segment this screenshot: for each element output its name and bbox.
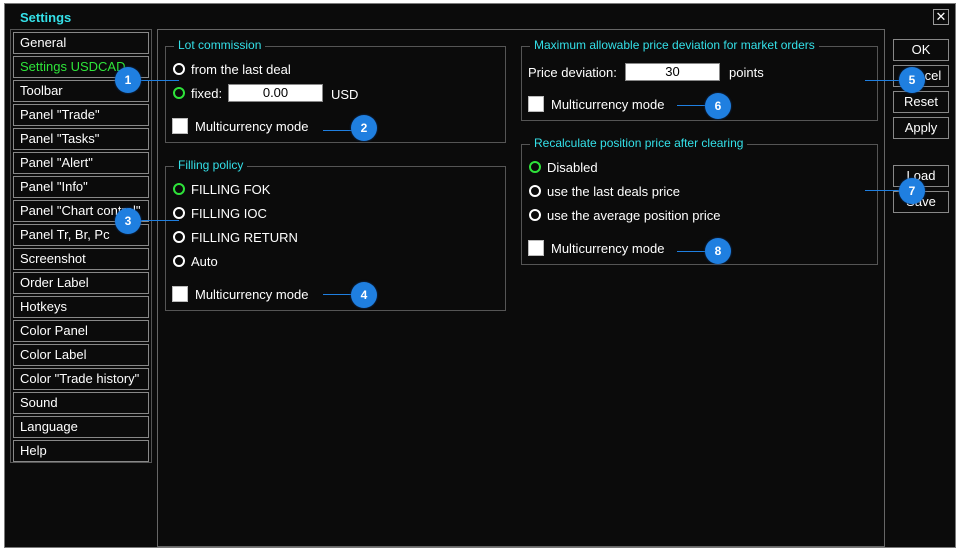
checkbox-label: Multicurrency mode: [551, 97, 665, 112]
callout-line-3: [141, 220, 179, 221]
radio-icon: [173, 255, 185, 267]
price-deviation-label: Price deviation:: [528, 65, 617, 80]
sidebar-item-language[interactable]: Language: [13, 416, 149, 438]
fixed-commission-input[interactable]: 0.00: [228, 84, 323, 102]
checkbox-label: Multicurrency mode: [195, 119, 309, 134]
sidebar-item-general[interactable]: General: [13, 32, 149, 54]
filling-multicurrency-checkbox[interactable]: Multicurrency mode: [172, 286, 308, 302]
callout-badge-3: 3: [115, 208, 141, 234]
close-icon[interactable]: ✕: [933, 9, 949, 25]
sidebar-item-order-label[interactable]: Order Label: [13, 272, 149, 294]
radio-selected-icon: [173, 87, 185, 99]
callout-badge-6: 6: [705, 93, 731, 119]
radio-label: Disabled: [547, 160, 598, 175]
radio-average-position-price[interactable]: use the average position price: [529, 208, 720, 223]
window-title: Settings: [20, 10, 72, 25]
radio-filling-ioc[interactable]: FILLING IOC: [173, 206, 267, 221]
radio-label: fixed:: [191, 86, 223, 101]
radio-filling-auto[interactable]: Auto: [173, 254, 218, 269]
radio-filling-return[interactable]: FILLING RETURN: [173, 230, 298, 245]
callout-line-5: [865, 80, 901, 81]
sidebar-item-color-panel[interactable]: Color Panel: [13, 320, 149, 342]
price-deviation-unit: points: [729, 65, 764, 80]
radio-icon: [173, 231, 185, 243]
radio-selected-icon: [173, 183, 185, 195]
lot-commission-title: Lot commission: [174, 38, 266, 52]
sidebar-item-sound[interactable]: Sound: [13, 392, 149, 414]
checkbox-icon: [172, 286, 188, 302]
radio-label: use the last deals price: [547, 184, 680, 199]
sidebar-item-panel-trade[interactable]: Panel "Trade": [13, 104, 149, 126]
radio-label: FILLING RETURN: [191, 230, 298, 245]
callout-line-1: [141, 80, 179, 81]
radio-disabled[interactable]: Disabled: [529, 160, 598, 175]
recalculate-title: Recalculate position price after clearin…: [530, 136, 748, 150]
ok-button[interactable]: OK: [893, 39, 949, 61]
price-deviation-title: Maximum allowable price deviation for ma…: [530, 38, 819, 52]
checkbox-icon: [528, 96, 544, 112]
callout-badge-2: 2: [351, 115, 377, 141]
callout-badge-7: 7: [899, 178, 925, 204]
radio-label: use the average position price: [547, 208, 721, 223]
radio-fixed[interactable]: fixed:: [173, 86, 222, 101]
radio-label: FILLING IOC: [191, 206, 267, 221]
price-deviation-input[interactable]: 30: [625, 63, 720, 81]
reset-button[interactable]: Reset: [893, 91, 949, 113]
currency-label: USD: [331, 87, 359, 102]
callout-badge-5: 5: [899, 67, 925, 93]
lot-multicurrency-checkbox[interactable]: Multicurrency mode: [172, 118, 308, 134]
sidebar-item-panel-tasks[interactable]: Panel "Tasks": [13, 128, 149, 150]
callout-badge-4: 4: [351, 282, 377, 308]
sidebar-item-panel-alert[interactable]: Panel "Alert": [13, 152, 149, 174]
checkbox-label: Multicurrency mode: [195, 287, 309, 302]
sidebar-item-hotkeys[interactable]: Hotkeys: [13, 296, 149, 318]
checkbox-icon: [528, 240, 544, 256]
radio-label: Auto: [191, 254, 218, 269]
radio-label: FILLING FOK: [191, 182, 271, 197]
sidebar-item-color-label[interactable]: Color Label: [13, 344, 149, 366]
deviation-multicurrency-checkbox[interactable]: Multicurrency mode: [528, 96, 664, 112]
recalc-multicurrency-checkbox[interactable]: Multicurrency mode: [528, 240, 664, 256]
radio-icon: [173, 63, 185, 75]
radio-filling-fok[interactable]: FILLING FOK: [173, 182, 270, 197]
sidebar-item-panel-info[interactable]: Panel "Info": [13, 176, 149, 198]
radio-from-last-deal[interactable]: from the last deal: [173, 62, 291, 77]
checkbox-label: Multicurrency mode: [551, 241, 665, 256]
callout-line-7: [865, 190, 901, 191]
sidebar-item-help[interactable]: Help: [13, 440, 149, 462]
radio-icon: [529, 185, 541, 197]
callout-badge-8: 8: [705, 238, 731, 264]
radio-selected-icon: [529, 161, 541, 173]
apply-button[interactable]: Apply: [893, 117, 949, 139]
radio-label: from the last deal: [191, 62, 291, 77]
radio-icon: [529, 209, 541, 221]
radio-last-deals-price[interactable]: use the last deals price: [529, 184, 680, 199]
sidebar-item-screenshot[interactable]: Screenshot: [13, 248, 149, 270]
radio-icon: [173, 207, 185, 219]
sidebar-item-color-trade-history[interactable]: Color "Trade history": [13, 368, 149, 390]
callout-badge-1: 1: [115, 67, 141, 93]
checkbox-icon: [172, 118, 188, 134]
filling-policy-title: Filling policy: [174, 158, 248, 172]
settings-window: Settings ✕ General Settings USDCAD Toolb…: [4, 3, 956, 548]
